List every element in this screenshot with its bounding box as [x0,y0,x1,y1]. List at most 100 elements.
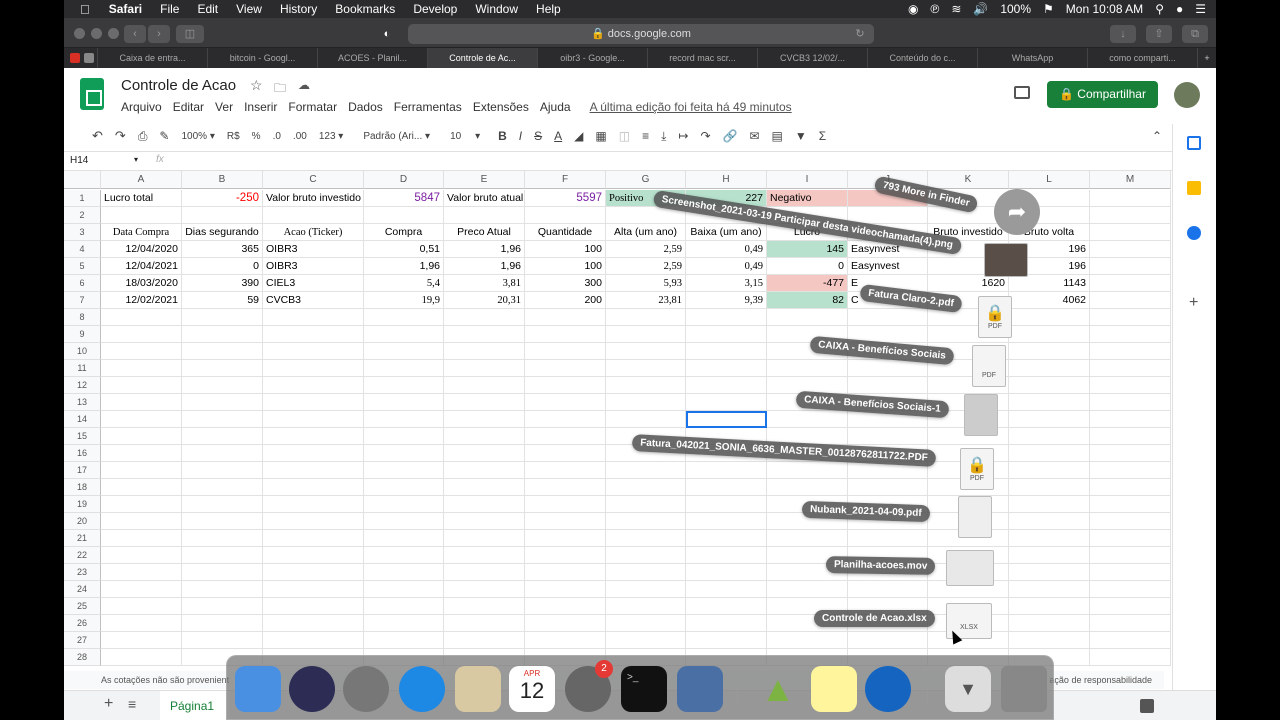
row-header-2[interactable]: 2 [64,207,101,224]
row-header-9[interactable]: 9 [64,326,101,343]
forward-icon[interactable]: › [148,25,170,43]
cell-F19[interactable] [525,496,606,513]
cell-G23[interactable] [606,564,686,581]
menu-ajuda[interactable]: Ajuda [540,100,571,114]
borders-icon[interactable]: ▦ [589,129,612,143]
cell-H3[interactable]: Baixa (um ano) [686,224,767,241]
cell-C26[interactable] [263,615,364,632]
sheets-logo-icon[interactable] [80,78,104,110]
cell-A27[interactable] [101,632,182,649]
cell-K6[interactable]: 1620 [928,275,1009,292]
cell-G25[interactable] [606,598,686,615]
menu-editar[interactable]: Editar [173,100,204,114]
cell-F9[interactable] [525,326,606,343]
cell-C25[interactable] [263,598,364,615]
cell-B13[interactable] [182,394,263,411]
cell-D14[interactable] [364,411,444,428]
column-header-C[interactable]: C [263,171,364,189]
address-bar[interactable]: 🔒 docs.google.com [408,24,874,44]
back-icon[interactable]: ‹ [124,25,146,43]
cell-D10[interactable] [364,343,444,360]
cell-M6[interactable] [1090,275,1171,292]
share-icon[interactable]: ⇧ [1146,25,1172,43]
cell-A14[interactable] [101,411,182,428]
cell-M13[interactable] [1090,394,1171,411]
cell-F16[interactable] [525,445,606,462]
cell-D17[interactable] [364,462,444,479]
cell-L8[interactable] [1009,309,1090,326]
valign-icon[interactable]: ⤓ [655,129,672,144]
cell-M28[interactable] [1090,649,1171,666]
cell-L27[interactable] [1009,632,1090,649]
comment-icon[interactable]: ✉ [743,129,765,143]
cell-I8[interactable] [767,309,848,326]
cell-I1[interactable]: Negativo [767,190,848,207]
cell-C8[interactable] [263,309,364,326]
currency-button[interactable]: R$ [221,131,246,142]
cell-A21[interactable] [101,530,182,547]
cell-A10[interactable] [101,343,182,360]
cell-H9[interactable] [686,326,767,343]
cell-F23[interactable] [525,564,606,581]
font-size-select[interactable]: 10 ▾ [444,131,486,142]
formula-input[interactable] [176,152,1166,170]
cell-G27[interactable] [606,632,686,649]
cell-E7[interactable]: 20,31 [444,292,525,309]
row-header-14[interactable]: 14 [64,411,101,428]
cell-G19[interactable] [606,496,686,513]
cell-G17[interactable] [606,462,686,479]
cell-C17[interactable] [263,462,364,479]
reload-icon[interactable]: ↻ [850,25,870,43]
tab-7[interactable]: Conteúdo do c... [868,48,978,68]
row-header-17[interactable]: 17 [64,462,101,479]
cell-D22[interactable] [364,547,444,564]
row-header-5[interactable]: 5 [64,258,101,275]
move-folder-icon[interactable]: 🗀 [274,79,286,100]
functions-icon[interactable]: Σ [813,129,832,143]
cell-D18[interactable] [364,479,444,496]
privacy-icon[interactable]: ◐ [374,25,400,43]
cell-G4[interactable]: 2,59 [606,241,686,258]
cell-I24[interactable] [767,581,848,598]
cell-H5[interactable]: 0,49 [686,258,767,275]
cell-M23[interactable] [1090,564,1171,581]
cell-M25[interactable] [1090,598,1171,615]
italic-button[interactable]: I [513,129,528,143]
spotlight-icon[interactable]: ⚲ [1155,2,1164,16]
launchpad-icon[interactable] [343,666,389,712]
preview-icon[interactable] [677,666,723,712]
image-thumb-icon[interactable] [984,243,1028,277]
row-header-3[interactable]: 3 [64,224,101,241]
cell-B3[interactable]: Dias segurando [182,224,263,241]
cell-F2[interactable] [525,207,606,224]
cell-C18[interactable] [263,479,364,496]
cell-G9[interactable] [606,326,686,343]
cell-L15[interactable] [1009,428,1090,445]
cell-M8[interactable] [1090,309,1171,326]
cell-M5[interactable] [1090,258,1171,275]
cell-E5[interactable]: 1,96 [444,258,525,275]
cell-A22[interactable] [101,547,182,564]
cell-A20[interactable] [101,513,182,530]
cell-H21[interactable] [686,530,767,547]
cell-F26[interactable] [525,615,606,632]
cell-A13[interactable] [101,394,182,411]
cell-D3[interactable]: Compra [364,224,444,241]
cell-F1[interactable]: 5597 [525,190,606,207]
cell-I5[interactable]: 0 [767,258,848,275]
cell-D20[interactable] [364,513,444,530]
cell-D27[interactable] [364,632,444,649]
fill-color-icon[interactable]: ◢ [568,129,589,143]
cell-B26[interactable] [182,615,263,632]
menu-view[interactable]: View [227,2,271,16]
column-header-L[interactable]: L [1009,171,1090,189]
wrap-icon[interactable]: ↦ [672,129,694,143]
cell-E21[interactable] [444,530,525,547]
cell-E8[interactable] [444,309,525,326]
strikethrough-button[interactable]: S [528,129,548,143]
cell-C19[interactable] [263,496,364,513]
pdf-lock-icon-1[interactable]: 🔒 PDF [978,296,1012,338]
avatar[interactable] [1174,82,1200,108]
cell-D25[interactable] [364,598,444,615]
cell-M21[interactable] [1090,530,1171,547]
